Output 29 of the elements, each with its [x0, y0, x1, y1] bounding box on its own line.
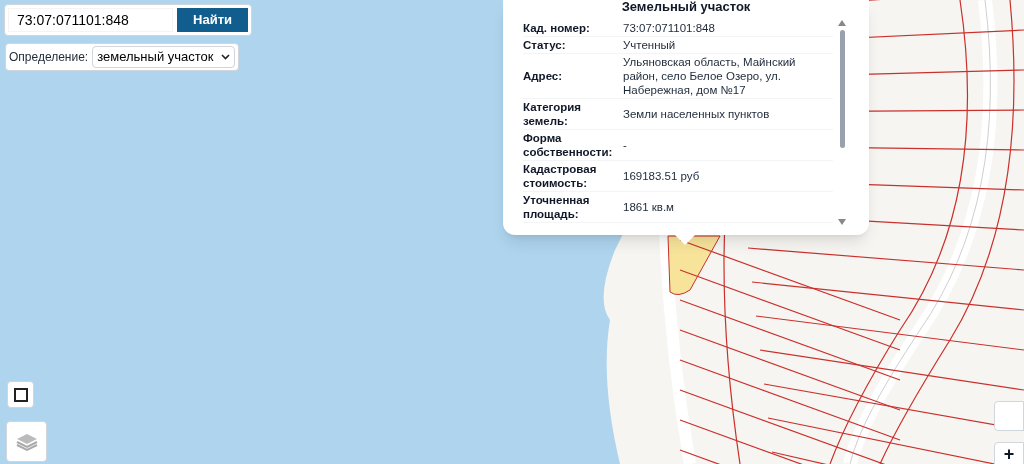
field-label: Кадастровая стоимость: [523, 162, 598, 190]
scroll-down-icon [838, 219, 846, 225]
field-label: Форма собственности: [523, 131, 614, 159]
map-control-button[interactable] [994, 401, 1024, 431]
field-value: Учтенный [623, 38, 677, 52]
field-label: Кад. номер: [523, 21, 591, 35]
mode-select[interactable]: земельный участок [92, 46, 236, 68]
field-label: Статус: [523, 38, 567, 52]
scroll-up-icon [838, 20, 846, 26]
field-value: 73:07:071101:848 [623, 21, 716, 35]
field-value: Земли населенных пунктов [623, 107, 771, 121]
mode-label: Определение: [9, 48, 89, 66]
field-value: - [623, 138, 628, 152]
field-label: Адрес: [523, 69, 564, 83]
layers-icon [15, 431, 38, 452]
popup-title: Земельный участок [620, 0, 752, 14]
frame-icon [13, 387, 28, 402]
field-value: 1861 кв.м [623, 200, 676, 214]
field-value: Ульяновская область, Майнский район, село Белое Озеро, ул. Набережная, дом №17 [623, 55, 797, 97]
scrollbar[interactable] [837, 20, 847, 225]
field-label: Уточненная площадь: [523, 193, 591, 221]
field-value: 169183.51 руб [623, 169, 701, 183]
fullscreen-button[interactable] [7, 381, 34, 408]
chevron-icon [221, 53, 231, 60]
search-button[interactable]: Найти [177, 8, 248, 32]
field-label: Категория земель: [523, 100, 583, 128]
zoom-in-button[interactable]: + [994, 442, 1024, 464]
search-field[interactable]: 73:07:071101:848 [8, 8, 174, 32]
layers-button[interactable] [6, 421, 47, 462]
